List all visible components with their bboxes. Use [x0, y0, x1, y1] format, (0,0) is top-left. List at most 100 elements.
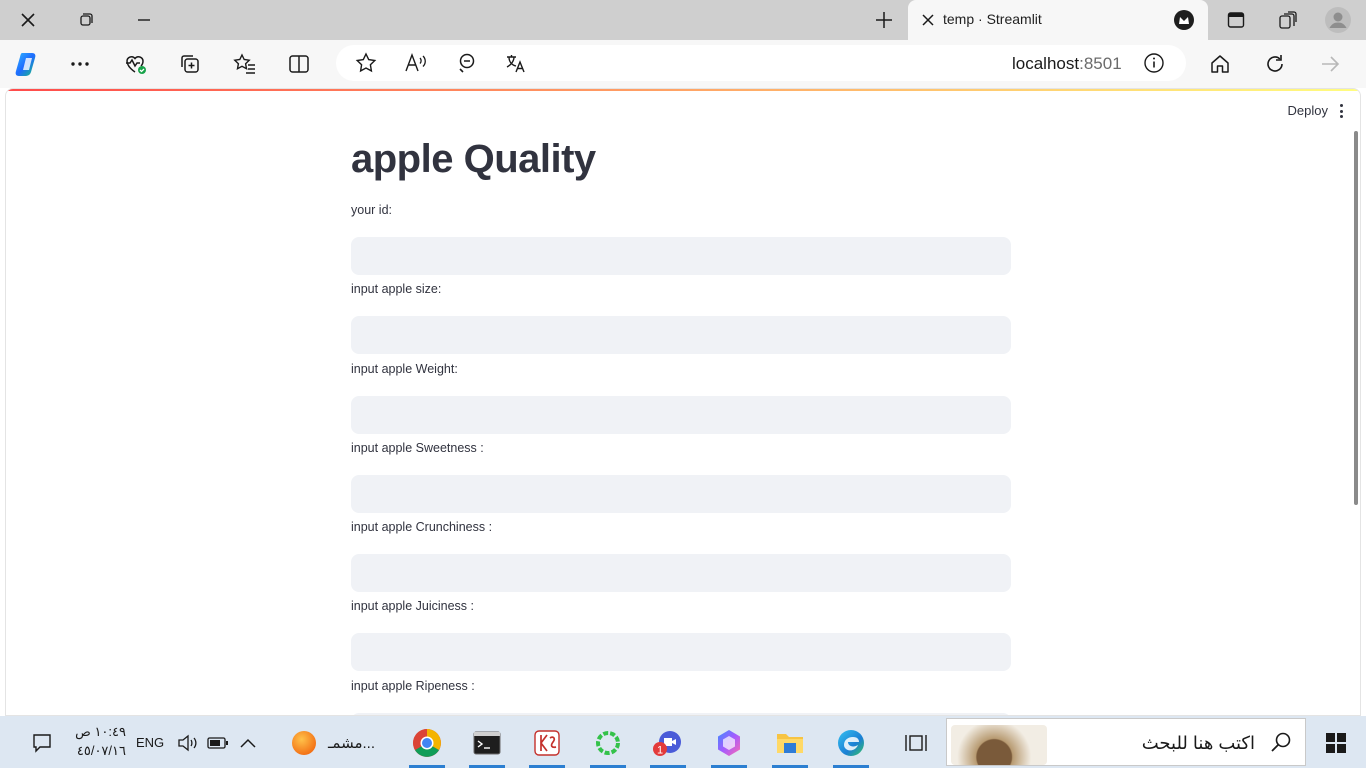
- menu-dot: [1339, 115, 1343, 118]
- add-collection-icon: [181, 55, 199, 73]
- start-button[interactable]: [1314, 724, 1358, 762]
- taskbar-app-loader[interactable]: [586, 724, 630, 768]
- add-tab-group-button[interactable]: [174, 48, 206, 80]
- copilot-icon: [15, 53, 36, 76]
- size-input[interactable]: [351, 316, 1011, 354]
- code-editor-icon: [534, 730, 560, 756]
- menu-dot: [1339, 104, 1343, 107]
- copilot-button[interactable]: [12, 48, 44, 80]
- sun-icon: [292, 731, 316, 755]
- weather-label: مشمـ...: [328, 735, 375, 752]
- add-favorite-button[interactable]: [350, 47, 382, 79]
- taskbar-edge[interactable]: [829, 724, 873, 768]
- notifications-button[interactable]: [20, 724, 64, 762]
- avatar-icon: [1325, 7, 1351, 33]
- favorites-button[interactable]: [229, 48, 261, 80]
- menu-dot: [1339, 109, 1343, 113]
- weather-widget[interactable]: [282, 724, 326, 762]
- weight-input[interactable]: [351, 396, 1011, 434]
- zoom-out-icon: [459, 53, 475, 73]
- taskbar-chrome[interactable]: [405, 724, 449, 768]
- notification-badge: 1: [657, 745, 663, 757]
- show-hidden-icons-button[interactable]: [226, 724, 270, 762]
- field-label: input apple size:: [351, 282, 442, 296]
- active-tab[interactable]: temp · Streamlit: [908, 0, 1208, 40]
- workspaces-button[interactable]: [58, 0, 114, 40]
- windows-icon: [1326, 733, 1346, 753]
- read-aloud-icon: [405, 53, 426, 72]
- star-icon: [355, 52, 377, 73]
- crunchiness-input[interactable]: [351, 554, 1011, 592]
- address-bar[interactable]: localhost:8501: [336, 45, 1186, 81]
- split-screen-button[interactable]: [283, 48, 315, 80]
- streamlit-favicon: [1174, 10, 1194, 30]
- url-port: :8501: [1079, 54, 1122, 73]
- more-tools-button[interactable]: [64, 48, 96, 80]
- input-language[interactable]: ENG: [136, 735, 164, 750]
- browser-essentials-button[interactable]: [119, 48, 151, 80]
- zoom-button[interactable]: [450, 47, 482, 79]
- taskbar-terminal[interactable]: [465, 724, 509, 768]
- folder-icon: [777, 734, 803, 753]
- forward-button[interactable]: [1314, 48, 1346, 80]
- translate-button[interactable]: [500, 47, 532, 79]
- minimize-icon: [138, 19, 150, 21]
- taskbar-app-meeting[interactable]: 1: [646, 724, 690, 768]
- task-view-button[interactable]: [894, 724, 938, 762]
- taskbar-copilot[interactable]: [707, 724, 751, 768]
- url-text[interactable]: localhost:8501: [1012, 54, 1122, 74]
- circle-app-icon: [596, 731, 620, 755]
- taskbar-file-explorer[interactable]: [768, 724, 812, 768]
- juiciness-input[interactable]: [351, 633, 1011, 671]
- close-icon: [922, 14, 934, 26]
- favorites-list-icon: [233, 53, 255, 74]
- taskbar-search-box[interactable]: اكتب هنا للبحث: [946, 718, 1306, 766]
- more-horizontal-icon: [71, 62, 89, 66]
- arrow-right-icon: [1322, 56, 1340, 72]
- browser-toolbar: localhost:8501: [0, 40, 1366, 88]
- site-info-button[interactable]: [1138, 47, 1170, 79]
- taskbar-app-rs[interactable]: [525, 724, 569, 768]
- terminal-icon: [473, 731, 501, 755]
- chevron-up-icon: [240, 738, 256, 748]
- close-window-button[interactable]: [0, 0, 56, 40]
- field-label: input apple Ripeness :: [351, 679, 475, 693]
- field-label: input apple Weight:: [351, 362, 458, 376]
- tabs-icon: [1279, 11, 1297, 29]
- browser-window-icon: [1227, 12, 1245, 28]
- field-label: input apple Sweetness :: [351, 441, 484, 455]
- sweetness-input[interactable]: [351, 475, 1011, 513]
- collections-button[interactable]: [1260, 0, 1316, 40]
- tab-close-button[interactable]: [918, 10, 938, 30]
- video-call-icon: 1: [653, 731, 681, 757]
- field-label: input apple Juiciness :: [351, 599, 474, 613]
- minimize-button[interactable]: [116, 0, 172, 40]
- main-menu-button[interactable]: [1334, 101, 1348, 121]
- profile-button[interactable]: [1310, 0, 1366, 40]
- read-aloud-button[interactable]: [400, 47, 432, 79]
- new-tab-button[interactable]: [856, 0, 912, 40]
- tab-title: temp · Streamlit: [943, 11, 1042, 27]
- field-sweetness: input apple Sweetness :: [351, 441, 1011, 513]
- scrollbar[interactable]: [1354, 131, 1358, 505]
- notification-icon: [33, 734, 51, 753]
- field-label: input apple Crunchiness :: [351, 520, 493, 534]
- field-id: your id:: [351, 203, 1011, 275]
- field-label: your id:: [351, 203, 392, 217]
- sidebar-toggle-button[interactable]: [1208, 0, 1264, 40]
- field-ripeness: input apple Ripeness :: [351, 679, 1011, 715]
- clock[interactable]: ١٠:٤٩ ص ٤٥/٠٧/١٦: [68, 722, 126, 760]
- taskbar: ١٠:٤٩ ص ٤٥/٠٧/١٦ ENG مشمـ... 1 اكتب هنا …: [0, 716, 1366, 768]
- refresh-button[interactable]: [1259, 48, 1291, 80]
- chrome-icon: [413, 729, 441, 757]
- task-view-icon: [905, 735, 927, 751]
- deploy-button[interactable]: Deploy: [1288, 103, 1328, 118]
- search-highlight-image: [951, 725, 1047, 765]
- home-button[interactable]: [1204, 48, 1236, 80]
- id-input[interactable]: [351, 237, 1011, 275]
- refresh-icon: [1267, 55, 1283, 72]
- info-icon: [1144, 53, 1164, 73]
- crown-icon: [1179, 17, 1189, 24]
- page-title: apple Quality: [351, 137, 596, 181]
- workspaces-icon: [80, 13, 93, 26]
